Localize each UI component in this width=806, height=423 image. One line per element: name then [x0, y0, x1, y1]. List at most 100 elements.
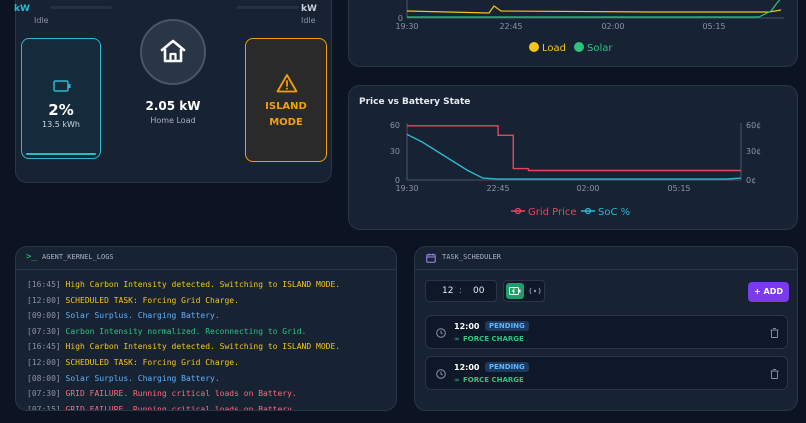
delete-icon[interactable]: [770, 369, 779, 379]
task-item[interactable]: 12:00 PENDING ∞ FORCE CHARGE: [425, 356, 788, 390]
minute-field[interactable]: 00: [473, 286, 484, 296]
task-scheduler-panel: TASK_SCHEDULER 12 : 00 + ADD 12:00 PENDI…: [414, 246, 798, 411]
log-timestamp: [07:15]: [27, 404, 61, 410]
y-right-tick-30: 30¢: [746, 147, 761, 156]
task-status-badge: PENDING: [485, 362, 529, 372]
discharge-action-button[interactable]: [526, 283, 544, 299]
scheduler-title: TASK_SCHEDULER: [442, 253, 502, 261]
log-entry: [07:30] GRID FAILURE. Running critical l…: [27, 386, 390, 402]
log-message: GRID FAILURE. Running critical loads on …: [65, 404, 297, 410]
log-timestamp: [07:30]: [27, 389, 61, 399]
home-icon: [160, 39, 186, 63]
add-task-button[interactable]: + ADD: [748, 282, 789, 302]
battery-charge-icon: [509, 287, 521, 295]
home-power-value: 2.05 kW: [145, 99, 201, 113]
x-tick-4: 05:15: [702, 22, 725, 31]
x-tick-1: 19:30: [395, 22, 418, 31]
log-entry: [08:00] Solar Surplus. Charging Battery.: [27, 371, 390, 387]
price-battery-chart: 60 30 0 60¢ 30¢ 0¢ 19:30 22:45 02:00 05:…: [390, 121, 761, 218]
legend-load-dot: [529, 42, 539, 52]
load-series-line: [406, 5, 782, 14]
task-status-badge: PENDING: [485, 321, 529, 331]
warning-icon: [276, 74, 298, 93]
top-left-gauge-bar: [50, 6, 112, 9]
time-picker[interactable]: 12 : 00: [425, 280, 497, 302]
x-tick-3: 02:00: [601, 22, 624, 31]
battery-percent: 2%: [48, 101, 74, 119]
log-entry: [07:15] GRID FAILURE. Running critical l…: [27, 402, 390, 410]
y-left-tick-30: 30: [390, 147, 400, 156]
load-solar-chart: 0 19:30 22:45 02:00 05:15 Load Solar: [395, 0, 784, 54]
right-unit-label: kW: [301, 4, 317, 14]
log-timestamp: [08:00]: [27, 373, 61, 383]
island-mode-line2: MODE: [269, 117, 303, 128]
energy-flow-panel: kW Idle kW Idle 2% 13.5 kWh 2.05 kW Home…: [14, 0, 332, 183]
clock-icon: [436, 328, 446, 338]
log-timestamp: [12:00]: [27, 357, 61, 367]
logs-header: >_ AGENT_KERNEL_LOGS: [16, 247, 396, 270]
log-message: High Carbon Intensity detected. Switchin…: [65, 280, 341, 289]
logs-title: AGENT_KERNEL_LOGS: [42, 253, 114, 261]
log-message: GRID FAILURE. Running critical loads on …: [65, 389, 297, 399]
left-status-label: Idle: [34, 16, 49, 25]
right-status-label: Idle: [301, 16, 316, 25]
signal-icon: [529, 287, 541, 295]
log-message: Solar Surplus. Charging Battery.: [65, 373, 220, 383]
legend-solar-label: Solar: [587, 43, 613, 54]
solar-series-line: [407, 0, 781, 18]
action-toggle-group: [503, 280, 545, 302]
y-right-tick-60: 60¢: [746, 121, 761, 130]
log-entry: [07:30] Carbon Intensity normalized. Rec…: [27, 324, 390, 340]
battery-card[interactable]: 2% 13.5 kWh: [21, 38, 101, 159]
log-message: High Carbon Intensity detected. Switchin…: [65, 342, 341, 352]
task-item[interactable]: 12:00 PENDING ∞ FORCE CHARGE: [425, 315, 788, 349]
battery-icon: [53, 80, 71, 92]
top-right-gauge-bar: [237, 6, 299, 9]
y-left-tick-60: 60: [390, 121, 400, 130]
left-unit-label: kW: [14, 4, 30, 14]
legend-load-label: Load: [542, 43, 566, 54]
log-message: Carbon Intensity normalized. Reconnectin…: [65, 326, 307, 336]
island-mode-card[interactable]: ISLAND MODE: [245, 38, 327, 162]
scheduler-header: TASK_SCHEDULER: [415, 247, 797, 270]
log-entry: [16:45] High Carbon Intensity detected. …: [27, 339, 390, 355]
price-chart-series-group: [406, 125, 742, 180]
legend-solar-dot: [574, 42, 584, 52]
task-time: 12:00: [454, 363, 480, 372]
link-icon: ∞: [454, 376, 460, 384]
soc-series-line: [406, 133, 742, 180]
x-tick-1: 19:30: [395, 184, 418, 193]
task-action: FORCE CHARGE: [463, 376, 524, 384]
task-action: FORCE CHARGE: [463, 335, 524, 343]
log-entry: [16:45] High Carbon Intensity detected. …: [27, 277, 390, 293]
battery-energy: 13.5 kWh: [42, 120, 80, 129]
legend-soc-label: SoC %: [598, 207, 630, 218]
home-load-label: Home Load: [150, 116, 196, 125]
log-timestamp: [16:45]: [27, 342, 61, 352]
terminal-icon: >_: [26, 252, 37, 262]
x-tick-2: 22:45: [499, 22, 522, 31]
log-timestamp: [09:00]: [27, 311, 61, 321]
log-entry: [09:00] Solar Surplus. Charging Battery.: [27, 308, 390, 324]
agent-kernel-logs-panel: >_ AGENT_KERNEL_LOGS [16:45] High Carbon…: [15, 246, 397, 411]
log-timestamp: [12:00]: [27, 295, 61, 305]
log-message: Solar Surplus. Charging Battery.: [65, 311, 220, 321]
log-list[interactable]: [16:45] High Carbon Intensity detected. …: [27, 277, 390, 410]
home-node[interactable]: [140, 19, 206, 85]
price-battery-chart-panel: Price vs Battery State 60 30 0 60¢ 30¢ 0…: [348, 85, 798, 230]
log-entry: [12:00] SCHEDULED TASK: Forcing Grid Cha…: [27, 293, 390, 309]
log-message: SCHEDULED TASK: Forcing Grid Charge.: [65, 295, 239, 305]
clock-icon: [436, 369, 446, 379]
log-entry: [12:00] SCHEDULED TASK: Forcing Grid Cha…: [27, 355, 390, 371]
log-message: SCHEDULED TASK: Forcing Grid Charge.: [65, 357, 239, 367]
link-icon: ∞: [454, 335, 460, 343]
time-separator: :: [459, 286, 463, 296]
charge-action-button[interactable]: [506, 283, 524, 299]
delete-icon[interactable]: [770, 328, 779, 338]
log-timestamp: [16:45]: [27, 280, 61, 289]
legend-grid-price-label: Grid Price: [528, 207, 577, 218]
hour-field[interactable]: 12: [442, 286, 453, 296]
load-solar-chart-panel: 0 19:30 22:45 02:00 05:15 Load Solar: [348, 0, 798, 67]
battery-fill-bar: [26, 153, 96, 155]
x-tick-4: 05:15: [667, 184, 690, 193]
